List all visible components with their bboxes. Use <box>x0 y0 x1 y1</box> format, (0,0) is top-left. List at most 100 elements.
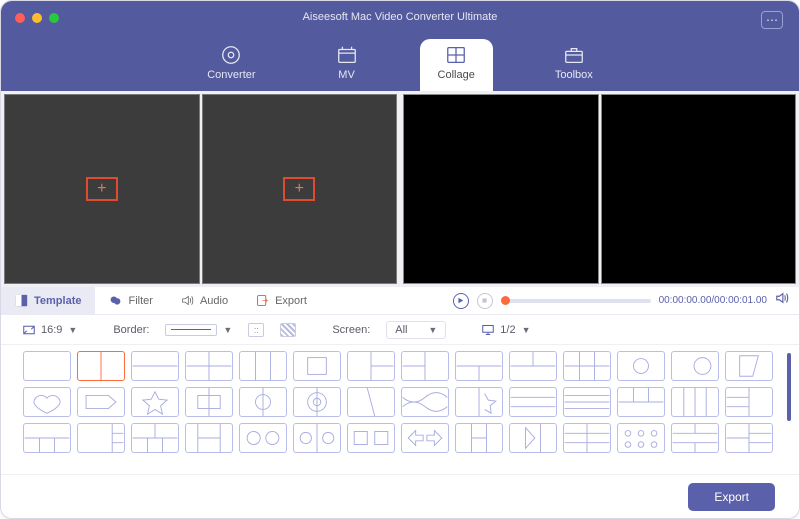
volume-icon[interactable] <box>775 291 789 310</box>
feedback-icon[interactable]: ⋯ <box>761 11 783 29</box>
template-thumb[interactable] <box>563 351 611 381</box>
template-thumb[interactable] <box>347 387 395 417</box>
seek-handle[interactable] <box>501 296 510 305</box>
seek-slider[interactable] <box>501 299 651 303</box>
tab-collage[interactable]: Collage <box>420 39 493 91</box>
border-label: Border: <box>113 324 149 336</box>
screen-value: All <box>395 324 407 336</box>
add-media-button[interactable]: + <box>283 177 315 201</box>
template-thumb[interactable] <box>671 351 719 381</box>
subtab-template-label: Template <box>34 295 81 307</box>
template-thumb[interactable] <box>293 387 341 417</box>
stop-icon <box>481 297 488 304</box>
template-thumb[interactable] <box>725 423 773 453</box>
border-pattern-button[interactable] <box>280 323 296 337</box>
time-display: 00:00:00.00/00:00:01.00 <box>659 295 767 306</box>
export-button[interactable]: Export <box>688 483 775 511</box>
tab-mv-label: MV <box>338 69 355 81</box>
ratio-icon <box>23 324 35 336</box>
chevron-down-icon: ▼ <box>522 325 531 335</box>
template-thumb[interactable] <box>347 351 395 381</box>
preview-pane <box>400 91 799 287</box>
template-thumb[interactable] <box>725 387 773 417</box>
template-thumb[interactable] <box>617 387 665 417</box>
app-title: Aiseesoft Mac Video Converter Ultimate <box>1 11 799 23</box>
tab-converter[interactable]: Converter <box>189 39 273 91</box>
preview-player: 00:00:00.00/00:00:01.00 <box>453 291 799 310</box>
template-thumb[interactable] <box>401 423 449 453</box>
template-thumb[interactable] <box>77 423 125 453</box>
play-button[interactable] <box>453 293 469 309</box>
converter-icon <box>220 45 242 65</box>
template-thumb[interactable] <box>563 387 611 417</box>
template-thumb[interactable] <box>455 351 503 381</box>
template-thumb[interactable] <box>401 387 449 417</box>
filter-icon <box>109 294 122 307</box>
template-options: 16:9 ▼ Border: ▼ :: Screen: All ▼ 1/2 ▼ <box>1 315 799 345</box>
subtab-export[interactable]: Export <box>242 287 321 315</box>
template-thumb[interactable] <box>509 351 557 381</box>
template-thumb[interactable] <box>293 351 341 381</box>
template-icon <box>15 294 28 307</box>
border-color-button[interactable]: :: <box>248 323 264 337</box>
subtabs: Template Filter Audio Export <box>1 287 321 315</box>
template-thumb[interactable] <box>23 387 71 417</box>
aspect-ratio-value: 16:9 <box>41 324 62 336</box>
main-nav: Converter MV Collage Toolbox <box>1 27 799 91</box>
template-thumb[interactable] <box>725 351 773 381</box>
zoom-window-button[interactable] <box>49 13 59 23</box>
template-thumb[interactable] <box>185 423 233 453</box>
template-thumb[interactable] <box>185 387 233 417</box>
tab-mv[interactable]: MV <box>318 39 376 91</box>
monitor-icon <box>482 324 494 336</box>
tab-toolbox[interactable]: Toolbox <box>537 39 611 91</box>
collage-stage: + + <box>1 91 799 287</box>
collage-slot-1[interactable]: + <box>4 94 200 284</box>
mid-toolbar: Template Filter Audio Export 00 <box>1 287 799 315</box>
template-thumb[interactable] <box>131 387 179 417</box>
template-thumb[interactable] <box>617 423 665 453</box>
footer: Export <box>1 474 799 518</box>
template-thumb[interactable] <box>131 423 179 453</box>
template-thumb[interactable] <box>347 423 395 453</box>
template-thumb[interactable] <box>77 387 125 417</box>
template-thumb[interactable] <box>23 351 71 381</box>
template-thumb[interactable] <box>563 423 611 453</box>
screen-select[interactable]: All ▼ <box>386 321 446 339</box>
stop-button[interactable] <box>477 293 493 309</box>
template-thumb[interactable] <box>455 387 503 417</box>
template-thumb[interactable] <box>509 423 557 453</box>
template-thumb[interactable] <box>239 423 287 453</box>
template-thumb[interactable] <box>455 423 503 453</box>
chevron-down-icon: ▼ <box>68 325 77 335</box>
subtab-filter[interactable]: Filter <box>95 287 166 315</box>
collage-slot-2[interactable]: + <box>202 94 398 284</box>
chevron-down-icon: ▼ <box>223 325 232 335</box>
template-thumb[interactable] <box>671 387 719 417</box>
template-thumb[interactable] <box>77 351 125 381</box>
template-thumb[interactable] <box>293 423 341 453</box>
minimize-window-button[interactable] <box>32 13 42 23</box>
aspect-ratio-select[interactable]: 16:9 ▼ <box>23 324 77 336</box>
template-thumb[interactable] <box>617 351 665 381</box>
border-style-select[interactable]: ▼ <box>165 324 232 336</box>
page-select[interactable]: 1/2 ▼ <box>482 324 530 336</box>
plus-icon: + <box>295 181 304 197</box>
template-thumb[interactable] <box>671 423 719 453</box>
template-thumb[interactable] <box>239 387 287 417</box>
subtab-template[interactable]: Template <box>1 287 95 315</box>
template-thumb[interactable] <box>185 351 233 381</box>
subtab-audio[interactable]: Audio <box>167 287 242 315</box>
template-thumb[interactable] <box>131 351 179 381</box>
subtab-export-label: Export <box>275 295 307 307</box>
chevron-down-icon: ▼ <box>428 325 437 335</box>
scrollbar[interactable] <box>787 353 791 421</box>
close-window-button[interactable] <box>15 13 25 23</box>
template-thumb[interactable] <box>23 423 71 453</box>
template-thumb[interactable] <box>239 351 287 381</box>
export-icon <box>256 294 269 307</box>
template-thumb[interactable] <box>401 351 449 381</box>
add-media-button[interactable]: + <box>86 177 118 201</box>
editor-pane: + + <box>1 91 400 287</box>
template-thumb[interactable] <box>509 387 557 417</box>
